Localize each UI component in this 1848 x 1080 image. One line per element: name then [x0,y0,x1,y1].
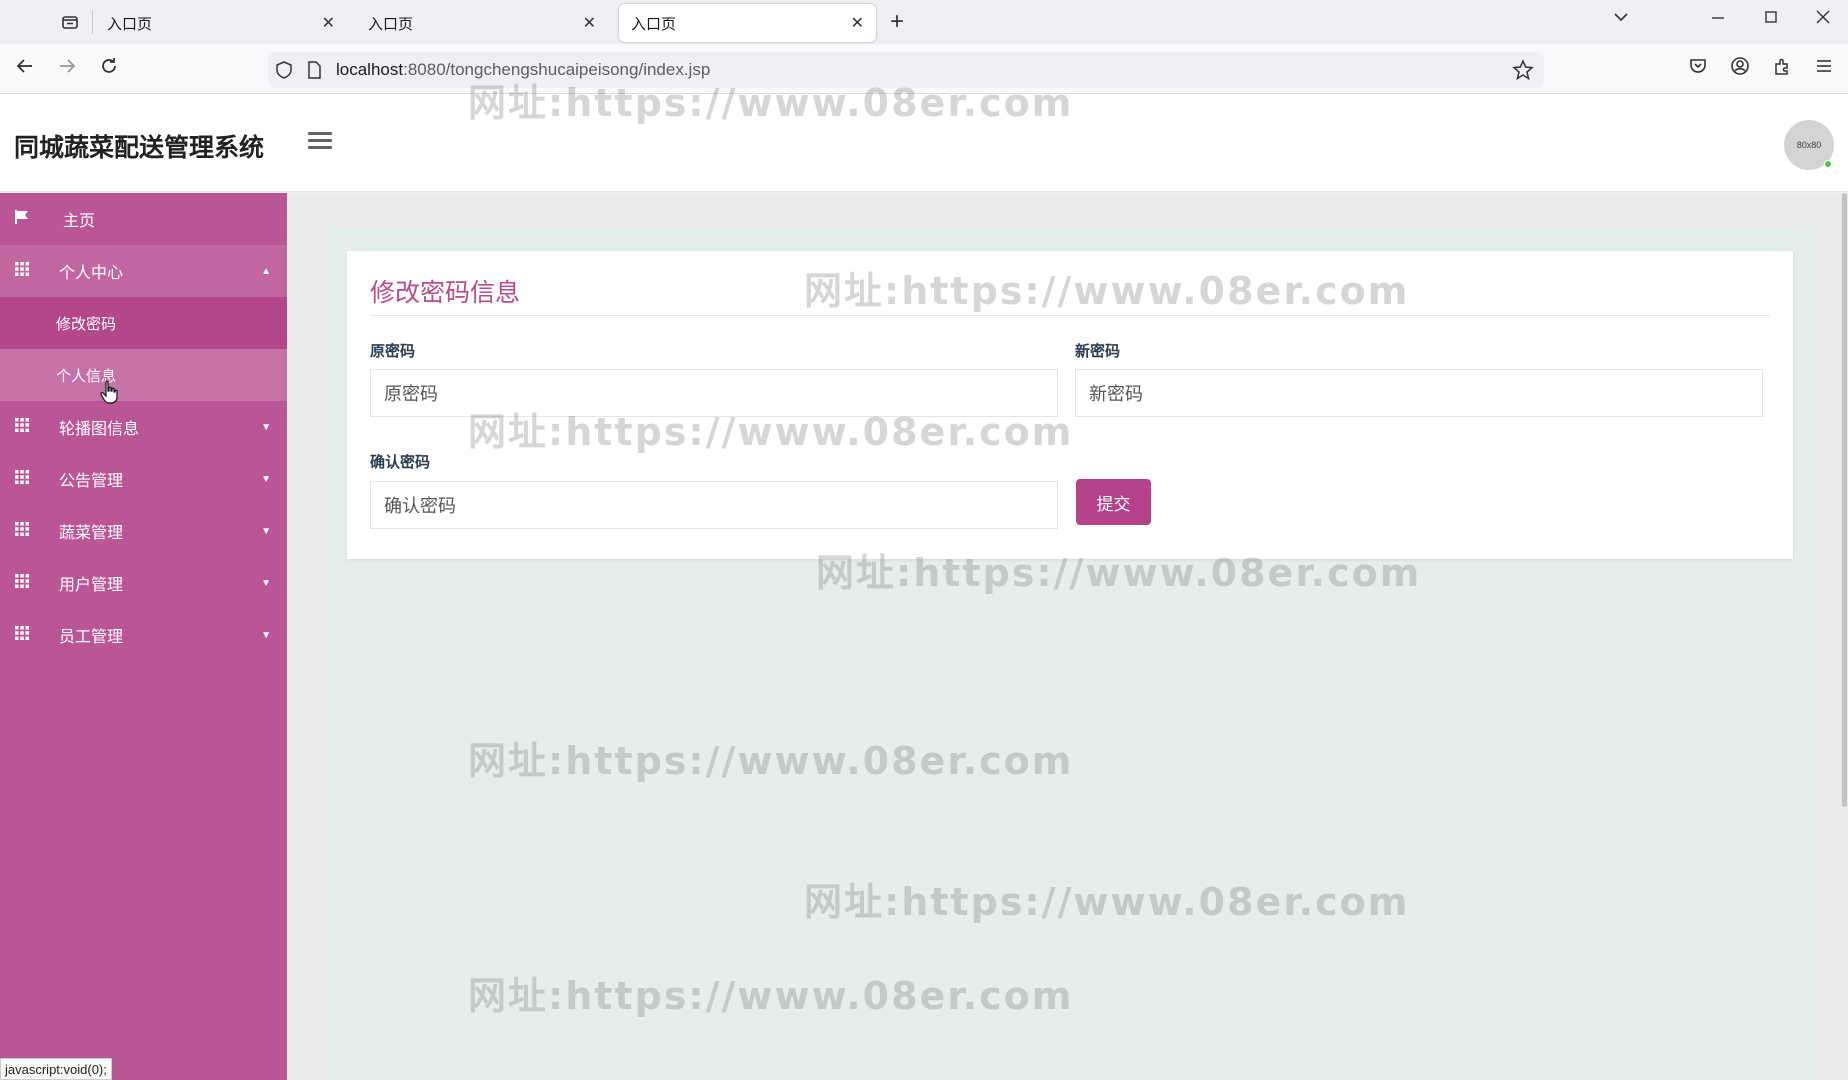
sidebar-item-staff[interactable]: 员工管理 ▼ [0,609,287,661]
tab-overview-icon[interactable] [50,7,90,37]
old-password-label: 原密码 [370,343,416,360]
list-all-tabs-icon[interactable] [1612,8,1630,31]
status-bar-link-preview: javascript:void(0); [0,1058,112,1080]
sidebar-item-label: 个人中心 [59,265,124,282]
url-text[interactable]: localhost:8080/tongchengshucaipeisong/in… [336,60,710,80]
old-password-input[interactable]: 原密码 [370,369,1058,417]
minimize-icon[interactable] [1710,8,1726,31]
title-divider [370,315,1770,316]
url-path: :8080/tongchengshucaipeisong/index.jsp [403,60,711,79]
app-header: 同城蔬菜配送管理系统 80x80 [0,94,1848,192]
sidebar-item-home[interactable]: 主页 [0,193,287,245]
forward-icon[interactable] [57,56,77,82]
sidebar-item-label: 公告管理 [59,473,124,490]
sidebar-item-carousel[interactable]: 轮播图信息 ▼ [0,401,287,453]
maximize-icon[interactable] [1763,8,1779,31]
pocket-icon[interactable] [1688,56,1708,82]
grid-icon [14,261,30,282]
sidebar-item-announcements[interactable]: 公告管理 ▼ [0,453,287,505]
caret-down-icon: ▼ [261,577,271,589]
sidebar-subitem-label: 修改密码 [56,315,117,333]
caret-up-icon: ▲ [261,265,271,277]
grid-icon [14,625,30,646]
browser-tab-1[interactable]: 入口页 ✕ [95,4,347,42]
address-bar[interactable]: localhost:8080/tongchengshucaipeisong/in… [268,52,1544,88]
caret-down-icon: ▼ [261,525,271,537]
page-info-icon[interactable] [306,60,322,85]
browser-tab-bar: 入口页 ✕ 入口页 ✕ 入口页 ✕ + [0,0,1848,44]
back-icon[interactable] [15,56,35,82]
avatar-placeholder-text: 80x80 [1796,140,1822,150]
caret-down-icon: ▼ [261,421,271,433]
sidebar-subitem-personal-info[interactable]: 个人信息 [0,349,287,401]
browser-tab-2[interactable]: 入口页 ✕ [356,4,608,42]
sidebar-item-label: 蔬菜管理 [59,525,124,542]
shield-icon[interactable] [274,60,294,85]
new-password-input[interactable]: 新密码 [1075,369,1763,417]
change-password-card: 修改密码信息 原密码 原密码 新密码 新密码 确认密码 确认密码 提交 [347,251,1793,559]
close-window-icon[interactable] [1815,8,1831,31]
grid-icon [14,521,30,542]
reload-icon[interactable] [99,56,119,82]
tab-close-icon[interactable]: ✕ [851,13,864,33]
tab-close-icon[interactable]: ✕ [583,13,596,33]
bookmark-star-icon[interactable] [1512,59,1534,86]
sidebar-item-label: 轮播图信息 [59,421,140,438]
menu-icon[interactable] [1814,56,1834,82]
tab-title: 入口页 [107,15,153,33]
form-title: 修改密码信息 [370,279,521,307]
confirm-password-label: 确认密码 [370,454,431,471]
account-icon[interactable] [1730,56,1750,82]
grid-icon [14,573,30,594]
caret-down-icon: ▼ [261,629,271,641]
hand-cursor-icon [100,380,120,410]
tab-separator [92,10,93,34]
new-tab-icon[interactable]: + [890,8,904,36]
flag-icon [14,209,30,230]
browser-nav-bar: localhost:8080/tongchengshucaipeisong/in… [0,44,1848,94]
url-host: localhost [336,60,404,79]
sidebar: 主页 个人中心 ▲ 修改密码 个人信息 轮播图信息 ▼ 公告管理 ▼ 蔬菜管理 … [0,193,287,1080]
tab-title: 入口页 [631,15,677,33]
sidebar-item-personal-center[interactable]: 个人中心 ▲ [0,245,287,297]
sidebar-item-label: 主页 [63,213,96,230]
tab-close-icon[interactable]: ✕ [322,13,335,33]
confirm-password-input[interactable]: 确认密码 [370,481,1058,529]
sidebar-item-users[interactable]: 用户管理 ▼ [0,557,287,609]
tab-title: 入口页 [368,15,414,33]
sidebar-subitem-change-password[interactable]: 修改密码 [0,297,287,349]
sidebar-item-label: 用户管理 [59,577,124,594]
app-brand-title: 同城蔬菜配送管理系统 [14,134,265,162]
grid-icon [14,469,30,490]
sidebar-item-label: 员工管理 [59,629,124,646]
online-status-dot [1824,160,1832,168]
sidebar-item-vegetables[interactable]: 蔬菜管理 ▼ [0,505,287,557]
browser-tab-3-active[interactable]: 入口页 ✕ [619,4,876,42]
submit-button[interactable]: 提交 [1076,479,1151,525]
caret-down-icon: ▼ [261,473,271,485]
avatar[interactable]: 80x80 [1784,120,1834,170]
new-password-label: 新密码 [1075,343,1121,360]
sidebar-toggle-icon[interactable] [308,132,332,152]
grid-icon [14,417,30,438]
extensions-icon[interactable] [1772,56,1792,82]
page-scrollbar[interactable] [1842,193,1847,807]
